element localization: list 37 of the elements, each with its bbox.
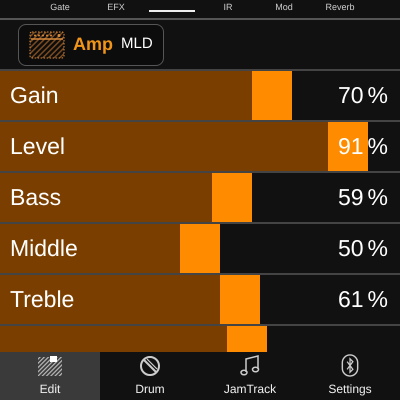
module-name: Amp [73, 33, 113, 56]
tab[interactable]: Mod [256, 0, 312, 14]
parameter-value: 70 [338, 81, 364, 110]
drum-icon [139, 355, 161, 377]
parameter-slider[interactable]: Treble 61 % [0, 273, 400, 324]
parameter-label: Bass [10, 183, 62, 212]
amp-module-button[interactable]: Amp MLD [18, 24, 164, 66]
slider-thumb[interactable] [220, 275, 260, 324]
nav-tab[interactable]: Edit [0, 352, 100, 400]
slider-thumb[interactable] [252, 71, 292, 120]
parameter-value: 91 [338, 132, 364, 162]
slider-thumb[interactable] [180, 224, 220, 273]
tab[interactable]: IR [200, 0, 256, 14]
parameter-label: Gain [10, 81, 59, 110]
unit-label: % [368, 285, 388, 314]
parameter-slider[interactable]: Middle 50 % [0, 222, 400, 273]
parameter-slider[interactable]: Level 91 % [0, 120, 400, 171]
bluetooth-icon [341, 354, 359, 377]
parameter-slider[interactable]: Gain 70 % [0, 69, 400, 120]
unit-label: % [368, 234, 388, 264]
music-note-icon [239, 355, 261, 377]
tab[interactable]: EFX [88, 0, 144, 14]
parameter-label: Level [10, 132, 65, 162]
model-name: MLD [121, 34, 153, 54]
slider-thumb[interactable] [212, 173, 252, 222]
parameter-value: 61 [338, 285, 364, 314]
tab[interactable]: Gate [32, 0, 88, 14]
unit-label: % [368, 183, 388, 212]
unit-label: % [368, 81, 388, 110]
parameter-label: Middle [10, 234, 78, 264]
slider-thumb[interactable] [328, 122, 368, 171]
parameter-value: 59 [338, 183, 364, 212]
tab[interactable]: Reverb [312, 0, 368, 14]
parameter-slider[interactable]: Bass 59 % [0, 171, 400, 222]
unit-label: % [368, 132, 388, 162]
parameter-value: 50 [338, 234, 364, 264]
parameter-label: Treble [10, 285, 74, 314]
